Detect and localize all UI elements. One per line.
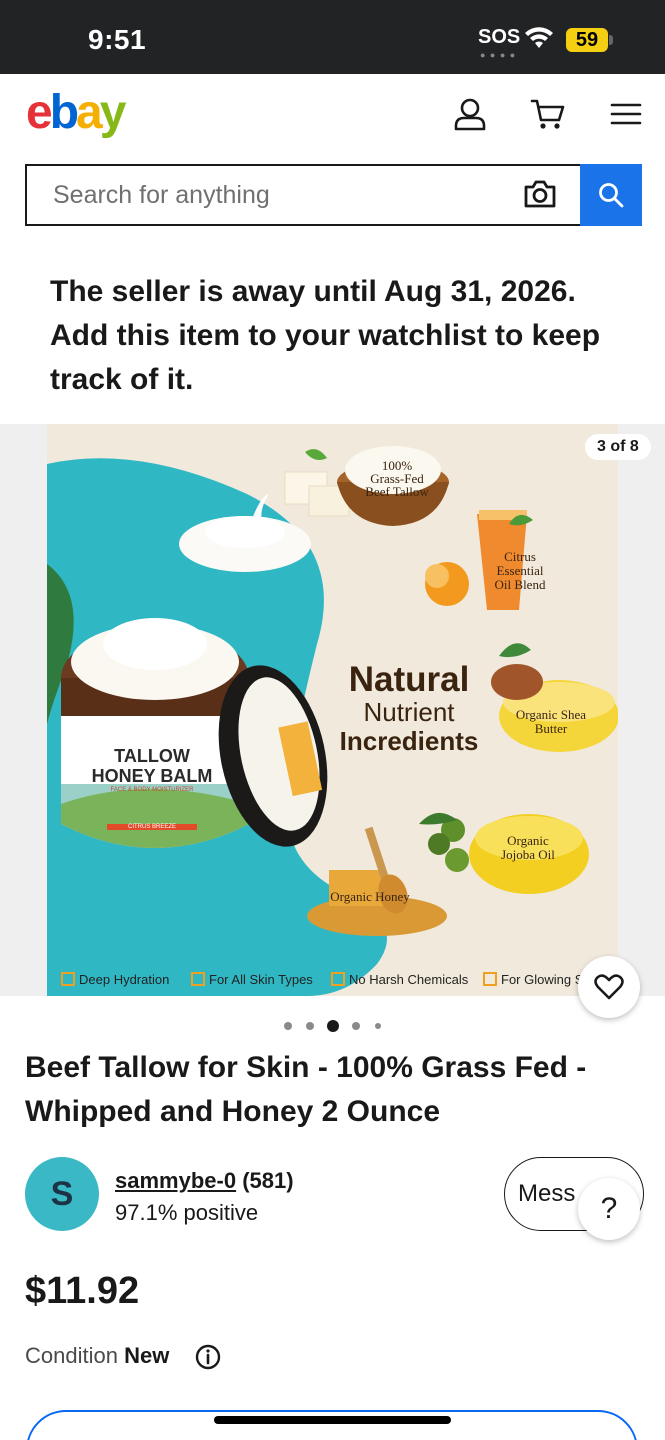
seller-name-link[interactable]: sammybe-0: [115, 1168, 236, 1193]
seller-avatar[interactable]: S: [25, 1157, 99, 1231]
user-icon[interactable]: [452, 96, 488, 132]
badge-all-skin-types: For All Skin Types: [191, 972, 313, 987]
pagination-dot[interactable]: [306, 1022, 314, 1030]
image-counter: 3 of 8: [585, 434, 651, 460]
item-condition: Condition New: [25, 1343, 169, 1369]
ingredient-jojoba-label: Organic Jojoba Oil: [501, 833, 555, 862]
signal-dots-icon: ● ● ● ●: [480, 50, 517, 60]
item-price: $11.92: [25, 1270, 140, 1312]
badge-no-harsh-chemicals: No Harsh Chemicals: [331, 972, 468, 987]
ingredient-tallow-label: 100% Grass-Fed Beef Tallow: [365, 458, 429, 499]
ingredient-citrus-label: Citrus Essential Oil Blend: [494, 549, 546, 592]
jar-name-line1: TALLOW: [114, 746, 190, 766]
seller-positive-rating: 97.1% positive: [115, 1200, 259, 1225]
headline-line2: Nutrient: [363, 697, 455, 727]
checkbox-icon: [61, 972, 75, 986]
add-to-watchlist-button[interactable]: [26, 1410, 638, 1440]
ingredient-honey-label: Organic Honey: [330, 889, 410, 904]
checkbox-icon: [191, 972, 205, 986]
wifi-icon: [525, 27, 553, 48]
jar-subtitle: FACE & BODY MOISTURIZER: [110, 787, 194, 793]
jar-brand-label: Cosgooe: [67, 720, 103, 731]
pagination-dot[interactable]: [284, 1022, 292, 1030]
pagination-dot[interactable]: [352, 1022, 360, 1030]
product-image[interactable]: 100% Grass-Fed Beef Tallow Citrus Essent…: [47, 424, 618, 996]
search-bar: [25, 164, 581, 226]
gallery-pagination: [284, 1020, 384, 1032]
seller-away-notice: The seller is away until Aug 31, 2026. A…: [50, 275, 601, 396]
pagination-dot-active[interactable]: [327, 1020, 339, 1032]
status-bar: 9:51 SOS ● ● ● ● 59: [0, 0, 665, 74]
sos-indicator: SOS: [478, 26, 521, 48]
watchlist-button[interactable]: [578, 956, 640, 1018]
ingredient-shea-label: Organic Shea Butter: [515, 707, 587, 736]
menu-icon[interactable]: [608, 96, 644, 132]
ebay-logo[interactable]: ebay: [26, 88, 126, 138]
image-gallery[interactable]: 100% Grass-Fed Beef Tallow Citrus Essent…: [0, 424, 665, 996]
checkbox-icon: [331, 972, 345, 986]
jar-name-line2: HONEY BALM: [91, 766, 213, 786]
search-button[interactable]: [580, 164, 642, 226]
condition-label: Condition: [25, 1343, 118, 1368]
status-time: 9:51: [88, 24, 147, 55]
badge-glowing-skin: For Glowing S: [483, 972, 583, 987]
checkbox-icon: [483, 972, 497, 986]
heart-icon: [594, 974, 624, 1000]
listing-title: Beef Tallow for Skin - 100% Grass Fed - …: [25, 1051, 587, 1128]
headline-line3: Incredients: [339, 726, 479, 756]
condition-value: New: [124, 1343, 170, 1368]
camera-icon[interactable]: [523, 178, 557, 210]
search-icon: [599, 183, 624, 208]
pagination-dot[interactable]: [375, 1023, 381, 1029]
battery-cap-icon: [609, 35, 613, 45]
jar-flavor-tag: CITRUS BREEZE: [107, 824, 197, 830]
cart-icon[interactable]: [530, 96, 566, 132]
search-input[interactable]: [53, 166, 533, 224]
help-button[interactable]: ?: [578, 1178, 640, 1240]
battery-level: 59: [566, 28, 608, 52]
badge-deep-hydration: Deep Hydration: [61, 972, 169, 987]
seller-info: sammybe-0 (581): [115, 1168, 294, 1194]
seller-feedback-count: (581): [242, 1168, 294, 1193]
info-icon[interactable]: [195, 1344, 221, 1370]
headline-line1: Natural: [348, 660, 470, 699]
home-indicator: [214, 1416, 451, 1424]
